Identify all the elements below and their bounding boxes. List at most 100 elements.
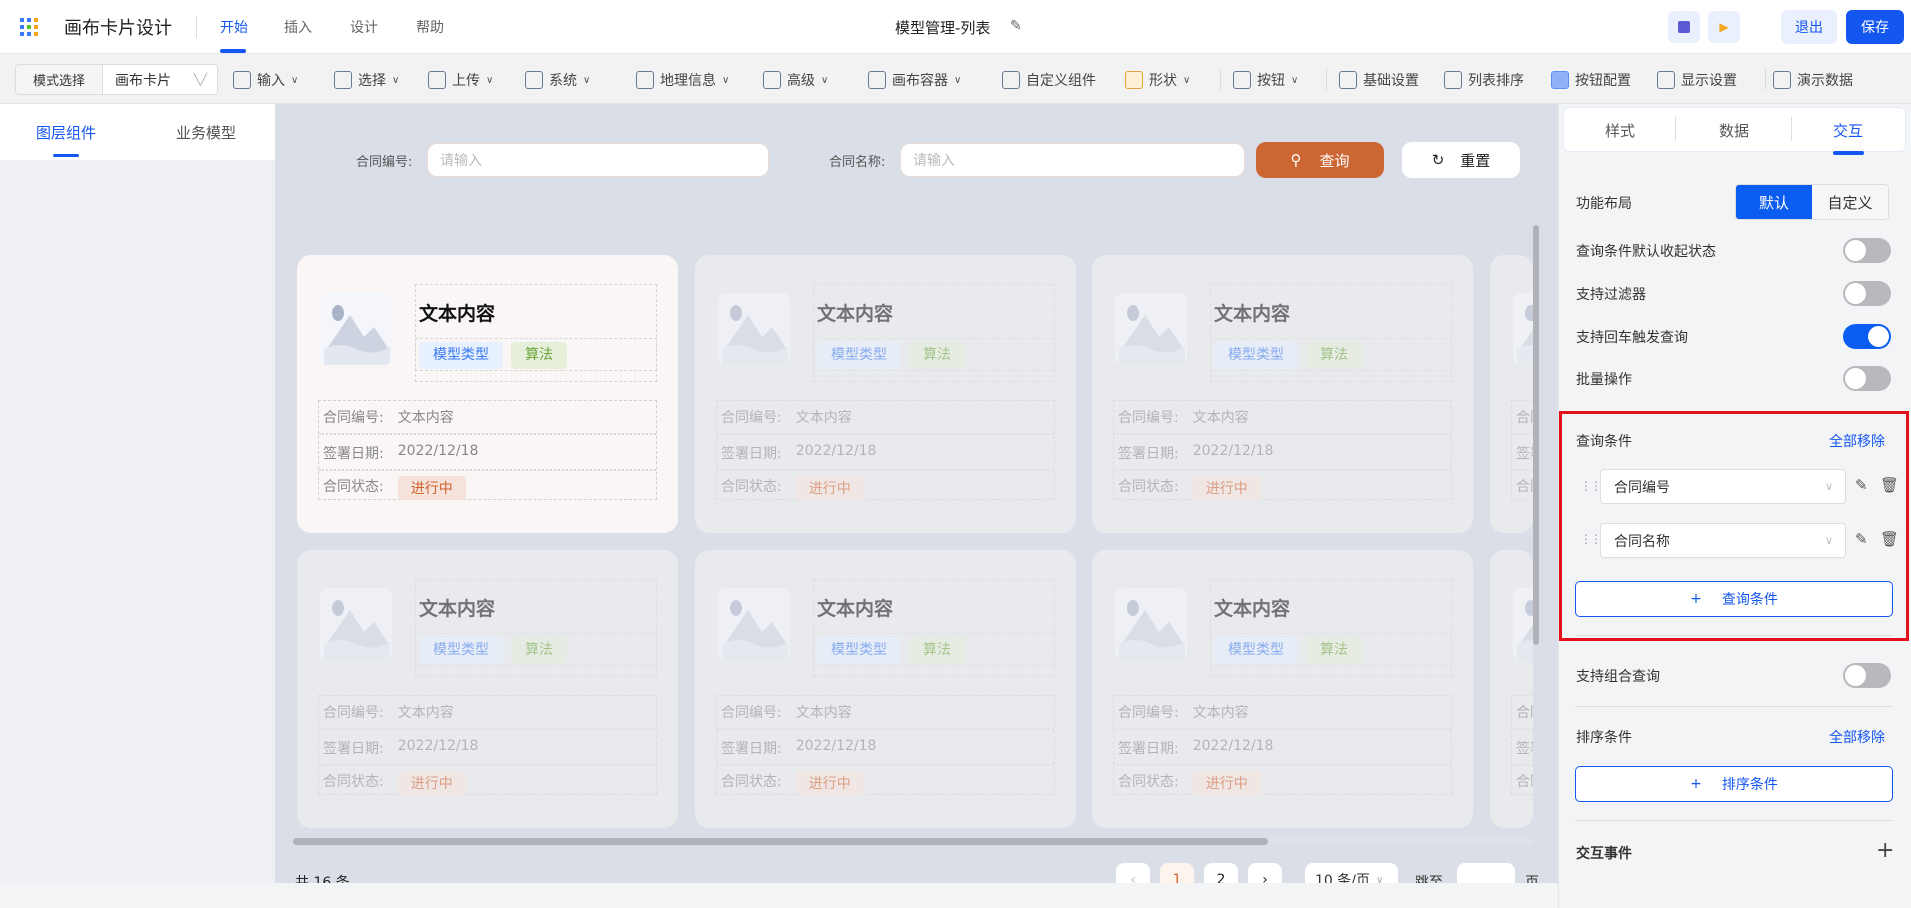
tab-layer-components[interactable]: 图层组件 <box>36 122 96 143</box>
query-condition-select-2[interactable]: 合同名称 ∨ <box>1600 523 1846 558</box>
toolbar-item-label: 自定义组件 <box>1026 73 1096 89</box>
info-label: 合同编号: <box>721 705 782 721</box>
toolbar-item-2[interactable]: 上传 ∨ <box>428 70 493 90</box>
card[interactable]: 文本内容模型类型算法合同编号:文本内容签署日期:2022/12/18合同状态:进… <box>1490 255 1533 533</box>
collapse-default-toggle[interactable] <box>1843 238 1891 263</box>
preview-frame-button[interactable] <box>1668 11 1700 43</box>
toolbar-item-14[interactable]: 演示数据 <box>1773 70 1853 90</box>
drag-handle-icon[interactable]: ⋮⋮ <box>1580 479 1602 493</box>
toolbar-item-7[interactable]: 自定义组件 <box>1002 70 1096 90</box>
menu-tab-start[interactable]: 开始 <box>220 17 248 37</box>
map-pin-icon <box>636 71 654 89</box>
toolbar-item-12[interactable]: 按钮配置 <box>1551 70 1631 90</box>
toolbar-item-label: 形状 <box>1149 73 1177 89</box>
info-label: 合同编号: <box>323 705 384 721</box>
tab-style[interactable]: 样式 <box>1605 120 1635 141</box>
selected-card[interactable]: 文本内容 模型类型 算法 合同编号: 文本内容 签署日期: 2022/12/18 合同状态: 进… <box>297 255 678 533</box>
save-button[interactable]: 保存 <box>1846 10 1904 44</box>
drag-handle-icon[interactable]: ⋮⋮ <box>1580 532 1602 546</box>
card[interactable]: 文本内容模型类型算法合同编号:文本内容签署日期:2022/12/18合同状态:进… <box>1092 255 1473 533</box>
status-badge: 进行中 <box>1192 476 1261 500</box>
card-thumbnail <box>1115 588 1187 660</box>
image-placeholder-icon <box>1119 600 1185 660</box>
toolbar-item-label: 基础设置 <box>1363 73 1419 89</box>
query-conditions-title: 查询条件 <box>1576 434 1632 450</box>
toolbar-item-9[interactable]: 按钮 ∨ <box>1233 70 1298 90</box>
toggle-label-collapse: 查询条件默认收起状态 <box>1576 244 1716 260</box>
tag-algorithm: 算法 <box>511 342 567 369</box>
card-info: 合同编号:文本内容签署日期:2022/12/18 合同状态:进行中 <box>1511 400 1533 500</box>
enter-query-toggle[interactable] <box>1843 324 1891 349</box>
batch-operation-toggle[interactable] <box>1843 366 1891 391</box>
toolbar-item-10[interactable]: 基础设置 <box>1339 70 1419 90</box>
toolbar-item-8[interactable]: 形状 ∨ <box>1125 70 1190 90</box>
card-info: 合同编号:文本内容签署日期:2022/12/18 合同状态:进行中 <box>1511 695 1533 795</box>
toolbar-item-11[interactable]: 列表排序 <box>1444 70 1524 90</box>
upload-icon <box>428 71 446 89</box>
edit-title-icon[interactable]: ✎ <box>1010 18 1022 34</box>
remove-all-sort-conditions[interactable]: 全部移除 <box>1829 727 1885 747</box>
tab-business-model[interactable]: 业务模型 <box>176 122 236 143</box>
card-title: 文本内容 <box>419 303 496 325</box>
divider <box>319 433 656 435</box>
toolbar-item-label: 选择 <box>358 73 386 89</box>
add-event-plus-icon[interactable]: + <box>1876 838 1894 863</box>
horizontal-scrollbar[interactable] <box>293 838 1268 845</box>
toolbar-item-5[interactable]: 高级 ∨ <box>763 70 828 90</box>
trash-icon[interactable]: 🗑 <box>1880 476 1899 494</box>
card[interactable]: 文本内容模型类型算法合同编号:文本内容签署日期:2022/12/18合同状态:进… <box>1092 550 1473 828</box>
active-tab-indicator <box>220 49 246 53</box>
add-query-condition-button[interactable]: + 查询条件 <box>1575 581 1893 617</box>
combo-query-toggle[interactable] <box>1843 663 1891 688</box>
edit-icon[interactable]: ✎ <box>1855 530 1868 548</box>
toolbar-item-label: 显示设置 <box>1681 73 1737 89</box>
toolbar-item-13[interactable]: 显示设置 <box>1657 70 1737 90</box>
edit-icon[interactable]: ✎ <box>1855 476 1868 494</box>
status-badge: 进行中 <box>397 476 466 500</box>
filter-toggle[interactable] <box>1843 281 1891 306</box>
toolbar-item-4[interactable]: 地理信息 ∨ <box>636 70 729 90</box>
demo-data-icon <box>1773 71 1791 89</box>
mode-select[interactable]: 画布卡片 ╲╱ <box>102 64 218 95</box>
info-row: 合同状态: 进行中 <box>323 476 466 500</box>
contract-no-input[interactable] <box>427 143 769 177</box>
layout-option-default[interactable]: 默认 <box>1736 185 1812 219</box>
info-label: 签署日期: <box>1516 741 1533 757</box>
info-row: 签署日期: 2022/12/18 <box>721 738 876 758</box>
add-sort-condition-button[interactable]: + 排序条件 <box>1575 766 1893 802</box>
toolbar-item-3[interactable]: 系统 ∨ <box>525 70 590 90</box>
info-row: 合同状态: 进行中 <box>721 771 864 795</box>
toolbar-item-0[interactable]: 输入 ∨ <box>233 70 298 90</box>
card[interactable]: 文本内容模型类型算法合同编号:文本内容签署日期:2022/12/18合同状态:进… <box>297 550 678 828</box>
menu-tab-design[interactable]: 设计 <box>350 17 378 37</box>
condition-value: 合同编号 <box>1614 479 1670 496</box>
toolbar-divider <box>1765 68 1766 90</box>
mode-select-value: 画布卡片 <box>115 72 171 89</box>
card[interactable]: 文本内容模型类型算法合同编号:文本内容签署日期:2022/12/18合同状态:进… <box>1490 550 1533 828</box>
contract-name-input[interactable] <box>900 143 1245 177</box>
card[interactable]: 文本内容模型类型算法合同编号:文本内容签署日期:2022/12/18合同状态:进… <box>695 255 1076 533</box>
toolbar-item-6[interactable]: 画布容器 ∨ <box>868 70 961 90</box>
run-button[interactable]: ▶ <box>1708 11 1740 43</box>
app-grid-icon[interactable] <box>20 18 38 36</box>
tag-model-type: 模型类型 <box>1214 637 1298 664</box>
trash-icon[interactable]: 🗑 <box>1880 530 1899 548</box>
toolbar-item-label: 输入 <box>257 73 285 89</box>
tab-data[interactable]: 数据 <box>1719 120 1749 141</box>
card-title: 文本内容 <box>817 598 894 620</box>
tab-interaction[interactable]: 交互 <box>1833 120 1863 141</box>
reset-button[interactable]: ↻ 重置 <box>1402 142 1520 178</box>
card[interactable]: 文本内容模型类型算法合同编号:文本内容签署日期:2022/12/18合同状态:进… <box>695 550 1076 828</box>
layout-option-custom[interactable]: 自定义 <box>1812 185 1888 219</box>
exit-button[interactable]: 退出 <box>1781 10 1837 44</box>
menu-tab-insert[interactable]: 插入 <box>284 17 312 37</box>
tag-model-type: 模型类型 <box>419 342 503 369</box>
info-label: 合同编号: <box>721 410 782 426</box>
query-button[interactable]: ⚲ 查询 <box>1256 142 1384 178</box>
vertical-scrollbar[interactable] <box>1533 225 1539 645</box>
toolbar-item-1[interactable]: 选择 ∨ <box>334 70 399 90</box>
info-value: 2022/12/18 <box>1192 443 1274 459</box>
menu-tab-help[interactable]: 帮助 <box>416 17 444 37</box>
remove-all-query-conditions[interactable]: 全部移除 <box>1829 431 1885 451</box>
query-condition-select-1[interactable]: 合同编号 ∨ <box>1600 469 1846 504</box>
